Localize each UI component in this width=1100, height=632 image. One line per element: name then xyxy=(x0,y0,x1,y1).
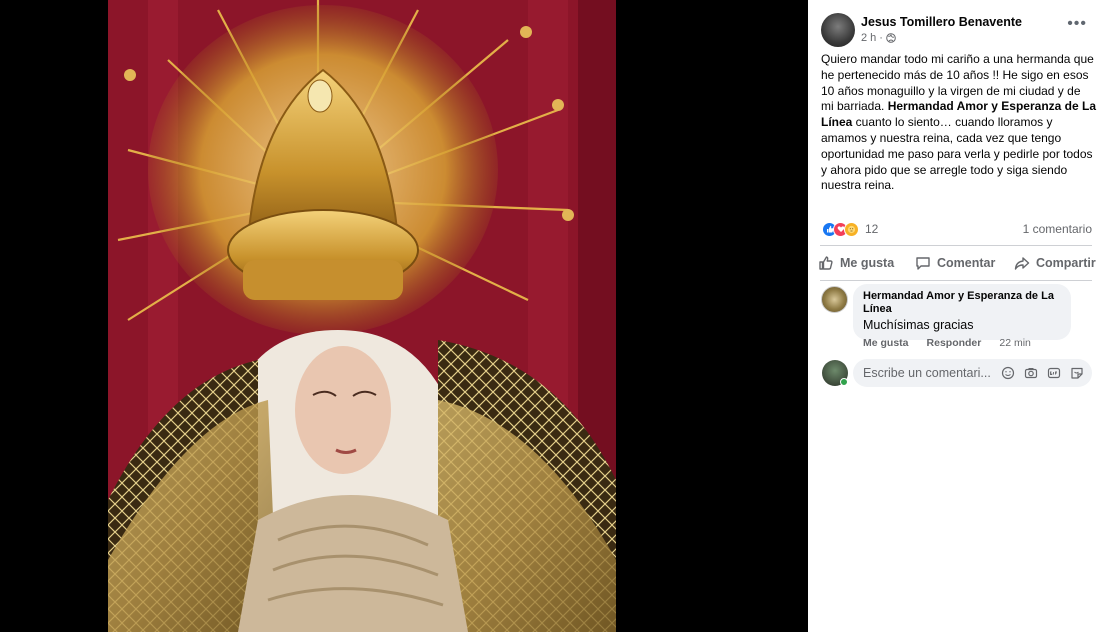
action-bar: Me gusta Comentar Compartir xyxy=(818,251,1100,277)
sticker-icon[interactable] xyxy=(1070,366,1084,380)
comment-icon xyxy=(916,257,930,270)
divider xyxy=(820,245,1092,246)
divider xyxy=(820,280,1092,281)
share-button-label: Compartir xyxy=(1036,256,1096,270)
comment-button-label: Comentar xyxy=(937,256,996,270)
post-text: Quiero mandar todo mi cariño a una herma… xyxy=(821,52,1096,194)
comment-reply-link[interactable]: Responder xyxy=(927,337,982,349)
author-name[interactable]: Jesus Tomillero Benavente xyxy=(861,15,1022,29)
author-avatar[interactable] xyxy=(821,13,855,47)
photo-viewer xyxy=(0,0,808,632)
post-sidebar: Jesus Tomillero Benavente 2 h · ••• Quie… xyxy=(808,0,1100,632)
comment-input[interactable]: Escribe un comentari... xyxy=(853,359,1092,387)
comment-time[interactable]: 22 min xyxy=(999,337,1031,349)
comment-bubble: Hermandad Amor y Esperanza de La Línea M… xyxy=(853,284,1071,340)
thumbs-up-icon xyxy=(819,256,833,270)
comment-like-link[interactable]: Me gusta xyxy=(863,337,909,349)
comment-input-placeholder: Escribe un comentari... xyxy=(863,366,991,380)
comment-actions: Me gusta Responder 22 min xyxy=(863,337,1031,349)
comment-button[interactable]: Comentar xyxy=(915,255,995,271)
reactions-summary[interactable]: 12 xyxy=(822,220,878,238)
post-text-part2: cuanto lo siento… cuando lloramos y amam… xyxy=(821,115,1093,193)
commenter-name[interactable]: Hermandad Amor y Esperanza de La Línea xyxy=(863,290,1061,316)
post-header: Jesus Tomillero Benavente 2 h · ••• xyxy=(821,13,1091,49)
share-icon xyxy=(1014,257,1030,270)
virgin-statue-image xyxy=(108,0,616,632)
share-button[interactable]: Compartir xyxy=(1014,255,1096,271)
like-button[interactable]: Me gusta xyxy=(818,255,894,271)
post-time[interactable]: 2 h xyxy=(861,32,876,44)
comment-text: Muchísimas gracias xyxy=(863,318,974,332)
reaction-count: 12 xyxy=(865,222,879,236)
online-status-icon xyxy=(840,378,848,386)
post-photo[interactable] xyxy=(108,0,616,632)
care-icon xyxy=(844,221,859,237)
like-button-label: Me gusta xyxy=(840,256,895,270)
more-options-icon[interactable]: ••• xyxy=(1067,16,1087,32)
commenter-avatar[interactable] xyxy=(821,286,848,313)
gif-icon[interactable] xyxy=(1047,366,1061,380)
emoji-icon[interactable] xyxy=(1001,366,1015,380)
meta-separator: · xyxy=(879,32,883,44)
camera-icon[interactable] xyxy=(1024,366,1038,380)
globe-icon xyxy=(886,33,896,43)
post-meta: 2 h · xyxy=(861,32,896,44)
comments-count[interactable]: 1 comentario xyxy=(1023,222,1092,236)
